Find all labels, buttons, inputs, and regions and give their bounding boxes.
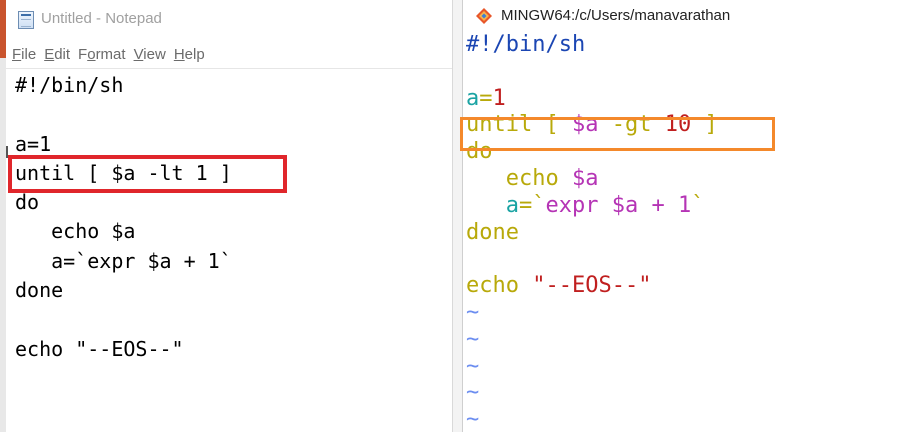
vim-token: "--EOS--"	[532, 273, 652, 299]
notepad-line	[15, 100, 232, 129]
vim-token: `	[691, 192, 705, 218]
vim-empty-line-tilde: ~	[466, 353, 480, 379]
notepad-line: #!/bin/sh	[15, 73, 124, 97]
menu-file[interactable]: File	[12, 46, 36, 63]
terminal-titlebar[interactable]: MINGW64:/c/Users/manavarathan	[463, 0, 907, 32]
vim-line: a=`expr $a + 1`	[466, 193, 718, 220]
notepad-titlebar[interactable]: Untitled - Notepad	[6, 0, 452, 40]
vim-token: a	[466, 85, 480, 111]
vim-token: expr	[545, 192, 612, 218]
vim-line: a=1	[466, 86, 718, 113]
vim-empty-line-tilde: ~	[466, 407, 480, 432]
terminal-title: MINGW64:/c/Users/manavarathan	[501, 7, 731, 24]
mouse-cursor-fragment	[6, 146, 13, 158]
notepad-line: done	[15, 278, 64, 303]
vim-empty-line-tilde: ~	[466, 380, 480, 406]
vim-line	[466, 246, 718, 273]
vim-token: echo	[466, 273, 533, 299]
vim-line: #!/bin/sh	[466, 32, 718, 59]
vim-token: $a	[571, 165, 599, 191]
git-bash-icon	[476, 8, 492, 24]
menu-edit[interactable]: Edit	[44, 46, 70, 63]
vim-editor-buffer[interactable]: #!/bin/sh a=1 until [ $a -gt 10 ] do echo $…	[460, 32, 907, 432]
vim-line: ~	[466, 354, 718, 381]
vim-line: ~	[466, 300, 718, 327]
vim-token: $a	[611, 192, 639, 218]
vim-token: + 1	[638, 192, 692, 218]
vim-line: ~	[466, 327, 718, 354]
vim-line	[466, 59, 718, 86]
vim-token: a	[466, 192, 519, 218]
vim-token: done	[466, 219, 519, 245]
vim-empty-line-tilde: ~	[466, 326, 480, 352]
notepad-title: Untitled - Notepad	[41, 10, 162, 27]
vim-text-content: #!/bin/sh a=1 until [ $a -gt 10 ] do echo $…	[466, 32, 718, 432]
menu-help[interactable]: Help	[174, 46, 205, 63]
desktop: Untitled - Notepad File Edit Format View Hel…	[0, 0, 907, 432]
menubar-divider	[6, 68, 452, 69]
vim-line: ~	[466, 407, 718, 432]
vim-token: =`	[518, 192, 546, 218]
notepad-line: echo $a	[15, 219, 136, 244]
terminal-window: MINGW64:/c/Users/manavarathan #!/bin/sh a…	[460, 0, 907, 432]
notepad-text-area[interactable]: #!/bin/sh a=1 until [ $a -lt 1 ] do echo $a…	[6, 70, 452, 432]
notepad-menubar: File Edit Format View Help	[6, 40, 452, 68]
menu-format[interactable]: Format	[78, 46, 126, 63]
menu-view[interactable]: View	[134, 46, 166, 63]
vim-token: 1	[492, 85, 506, 111]
notepad-line: a=`expr $a + 1`	[15, 248, 232, 273]
notepad-line: echo "--EOS--"	[15, 336, 184, 361]
vim-token: =	[479, 85, 493, 111]
notepad-until-line-highlight	[8, 155, 287, 193]
notepad-text-content: #!/bin/sh a=1 until [ $a -lt 1 ] do echo $a…	[15, 71, 232, 364]
vim-token: echo	[466, 165, 572, 191]
notepad-window: Untitled - Notepad File Edit Format View Hel…	[6, 0, 453, 432]
vim-line: echo "--EOS--"	[466, 273, 718, 300]
notepad-line	[15, 305, 232, 334]
vim-line: ~	[466, 380, 718, 407]
vim-token: #!/bin/sh	[466, 32, 586, 57]
notepad-icon	[18, 11, 34, 29]
vim-empty-line-tilde: ~	[466, 299, 480, 325]
terminal-until-line-highlight	[460, 117, 775, 151]
vim-line: done	[466, 220, 718, 247]
vim-line: echo $a	[466, 166, 718, 193]
